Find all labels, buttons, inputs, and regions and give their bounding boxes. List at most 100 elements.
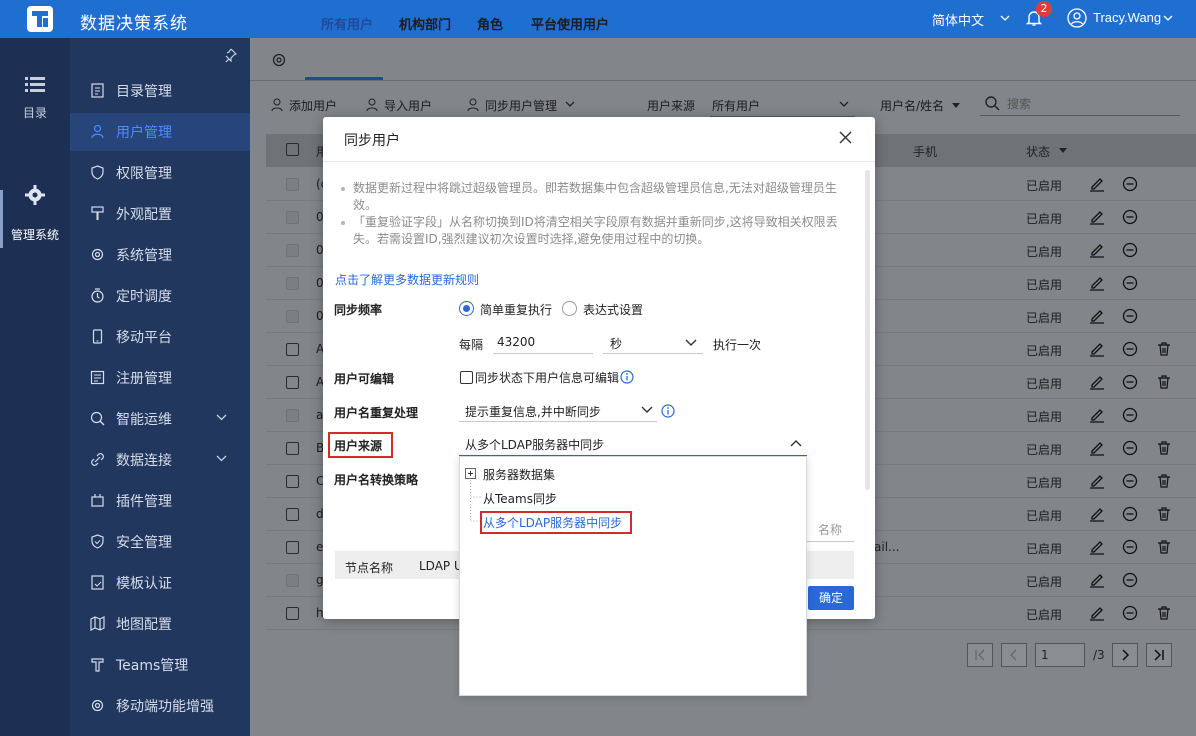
trash-icon[interactable]: [1156, 440, 1172, 456]
info-icon[interactable]: [620, 370, 634, 384]
username[interactable]: Tracy.Wang: [1093, 10, 1161, 25]
dropdown-item-teams[interactable]: 从Teams同步: [483, 490, 557, 507]
chevron-down-icon[interactable]: [1000, 15, 1010, 21]
sidebar-item-3[interactable]: 外观配置: [70, 195, 250, 233]
edit-icon[interactable]: [1089, 374, 1105, 390]
sidebar-item-0[interactable]: 目录管理: [70, 72, 250, 110]
name-filter-select[interactable]: 用户名/姓名: [880, 97, 944, 114]
tab-roles[interactable]: 角色: [477, 14, 503, 33]
edit-icon[interactable]: [1089, 242, 1105, 258]
unit-select[interactable]: 秒: [610, 335, 622, 352]
chevron-up-icon[interactable]: [790, 440, 802, 447]
disable-icon[interactable]: [1122, 440, 1138, 456]
disable-icon[interactable]: [1122, 275, 1138, 291]
edit-icon[interactable]: [1089, 308, 1105, 324]
sidebar-item-14[interactable]: Teams管理: [70, 646, 250, 684]
disable-icon[interactable]: [1122, 605, 1138, 621]
sync-user-icon[interactable]: [467, 98, 481, 112]
trash-icon[interactable]: [1156, 506, 1172, 522]
edit-icon[interactable]: [1089, 605, 1105, 621]
chevron-down-icon[interactable]: [565, 101, 575, 107]
next-page-button[interactable]: [1112, 643, 1138, 667]
language-selector[interactable]: 简体中文: [932, 10, 984, 29]
import-user-icon[interactable]: [366, 98, 380, 112]
settings-icon[interactable]: [271, 52, 287, 68]
tab-departments[interactable]: 机构部门: [399, 14, 451, 33]
sidebar-item-9[interactable]: 数据连接: [70, 441, 250, 479]
disable-icon[interactable]: [1122, 506, 1138, 522]
dialog-scrollbar[interactable]: [865, 170, 870, 490]
add-user-button[interactable]: 添加用户: [289, 97, 337, 114]
rules-link[interactable]: 点击了解更多数据更新规则: [335, 271, 479, 288]
row-checkbox[interactable]: [286, 442, 299, 455]
row-checkbox[interactable]: [286, 508, 299, 521]
edit-icon[interactable]: [1089, 275, 1105, 291]
row-checkbox[interactable]: [286, 376, 299, 389]
editable-checkbox[interactable]: [460, 371, 473, 384]
chevron-down-icon[interactable]: [216, 414, 227, 421]
sidebar-item-4[interactable]: 系统管理: [70, 236, 250, 274]
dropdown-item-server-dataset[interactable]: 服务器数据集: [483, 466, 555, 483]
import-user-button[interactable]: 导入用户: [384, 97, 432, 114]
edit-icon[interactable]: [1089, 572, 1105, 588]
sidebar-item-8[interactable]: 智能运维: [70, 400, 250, 438]
trash-icon[interactable]: [1156, 539, 1172, 555]
expand-icon[interactable]: [465, 468, 476, 479]
sidebar-item-7[interactable]: 注册管理: [70, 359, 250, 397]
radio-expression-label[interactable]: 表达式设置: [583, 301, 643, 318]
disable-icon[interactable]: [1122, 374, 1138, 390]
caret-down-icon[interactable]: [1059, 148, 1067, 153]
row-checkbox[interactable]: [286, 475, 299, 488]
chevron-down-icon[interactable]: [216, 455, 227, 462]
disable-icon[interactable]: [1122, 242, 1138, 258]
edit-icon[interactable]: [1089, 473, 1105, 489]
trash-icon[interactable]: [1156, 341, 1172, 357]
edit-icon[interactable]: [1089, 407, 1105, 423]
sidebar-item-6[interactable]: 移动平台: [70, 318, 250, 356]
disable-icon[interactable]: [1122, 539, 1138, 555]
trash-icon[interactable]: [1156, 605, 1172, 621]
rail-item-admin[interactable]: 管理系统: [0, 184, 70, 243]
chevron-down-icon[interactable]: [839, 101, 849, 107]
name-input-fragment[interactable]: 名称: [818, 521, 842, 538]
disable-icon[interactable]: [1122, 209, 1138, 225]
chevron-down-icon[interactable]: [685, 339, 697, 346]
header-status[interactable]: 状态: [1026, 143, 1050, 160]
last-page-button[interactable]: [1146, 643, 1172, 667]
rail-item-catalog[interactable]: 目录: [0, 76, 70, 121]
row-checkbox[interactable]: [286, 343, 299, 356]
info-icon[interactable]: [661, 404, 675, 418]
trash-icon[interactable]: [1156, 374, 1172, 390]
disable-icon[interactable]: [1122, 341, 1138, 357]
user-source-select[interactable]: 所有用户: [712, 97, 760, 114]
edit-icon[interactable]: [1089, 506, 1105, 522]
sidebar-item-15[interactable]: 移动端功能增强: [70, 687, 250, 725]
radio-simple-repeat[interactable]: [459, 301, 474, 316]
prev-page-button[interactable]: [1001, 643, 1027, 667]
sync-user-dropdown[interactable]: 同步用户管理: [485, 97, 557, 114]
disable-icon[interactable]: [1122, 473, 1138, 489]
caret-down-icon[interactable]: [952, 103, 960, 108]
select-all-checkbox[interactable]: [286, 143, 299, 156]
sidebar-item-11[interactable]: 安全管理: [70, 523, 250, 561]
disable-icon[interactable]: [1122, 308, 1138, 324]
sidebar-item-1[interactable]: 用户管理: [70, 113, 250, 151]
edit-icon[interactable]: [1089, 539, 1105, 555]
search-icon[interactable]: [985, 96, 1000, 111]
sidebar-item-13[interactable]: 地图配置: [70, 605, 250, 643]
first-page-button[interactable]: [967, 643, 993, 667]
disable-icon[interactable]: [1122, 176, 1138, 192]
page-input[interactable]: 1: [1035, 643, 1085, 667]
pin-icon[interactable]: [223, 48, 237, 62]
edit-icon[interactable]: [1089, 440, 1105, 456]
chevron-down-icon[interactable]: [641, 406, 653, 413]
chevron-down-icon[interactable]: [1163, 15, 1173, 21]
sidebar-item-12[interactable]: 模板认证: [70, 564, 250, 602]
sidebar-item-2[interactable]: 权限管理: [70, 154, 250, 192]
row-checkbox[interactable]: [286, 607, 299, 620]
sidebar-item-10[interactable]: 插件管理: [70, 482, 250, 520]
editable-checkbox-label[interactable]: 同步状态下用户信息可编辑: [475, 369, 619, 386]
interval-input[interactable]: 43200: [497, 335, 535, 349]
add-user-icon[interactable]: [271, 98, 285, 112]
row-checkbox[interactable]: [286, 541, 299, 554]
